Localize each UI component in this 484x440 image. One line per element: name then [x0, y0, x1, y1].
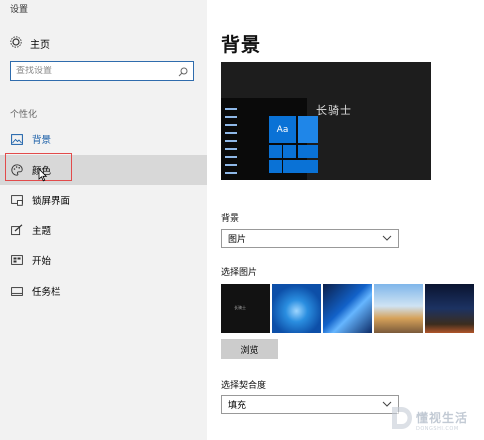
window-title: 设置 [10, 5, 29, 15]
logo-name: 懂视生活 [416, 410, 469, 425]
dropdown-value: 图片 [228, 235, 247, 245]
picture-thumbnails: 长骑士 [221, 284, 474, 333]
wallpaper-thumb[interactable]: 长骑士 [221, 284, 270, 333]
thumb-text: 长骑士 [234, 305, 246, 310]
wallpaper-thumb[interactable] [323, 284, 372, 333]
section-heading-personalization: 个性化 [10, 110, 38, 120]
background-preview: 长骑士 Aa [221, 62, 431, 180]
accent-tile-small [298, 145, 318, 158]
accent-tile-small [269, 145, 282, 158]
home-label: 主页 [30, 40, 50, 51]
sidebar-item-lock-screen[interactable]: 锁屏界面 [0, 185, 207, 215]
logo-icon [390, 405, 412, 435]
gear-icon [10, 36, 22, 51]
theme-icon [11, 224, 23, 236]
choose-picture-label: 选择图片 [221, 268, 258, 278]
accent-tile-secondary [298, 116, 318, 143]
chevron-down-icon [382, 234, 392, 244]
fit-dropdown[interactable]: 填充 [221, 395, 399, 414]
accent-tile-wide [283, 160, 318, 173]
search-box[interactable] [10, 61, 194, 81]
wallpaper-thumb[interactable] [425, 284, 474, 333]
search-icon[interactable] [178, 62, 188, 81]
accent-tile: Aa [269, 116, 296, 143]
image-icon [11, 133, 23, 145]
sidebar-item-label: 开始 [32, 256, 52, 267]
fit-label: 选择契合度 [221, 381, 267, 391]
logo-domain: DONGSHI.COM [416, 425, 459, 432]
start-menu-list [225, 108, 243, 180]
sidebar-item-taskbar[interactable]: 任务栏 [0, 276, 207, 306]
home-nav-item[interactable]: 主页 [10, 36, 50, 51]
accent-tile-small [269, 160, 282, 173]
sidebar-item-color[interactable]: 颜色 [0, 155, 207, 185]
palette-icon [11, 164, 23, 176]
start-menu-mockup: Aa [221, 98, 318, 180]
background-type-dropdown[interactable]: 图片 [221, 229, 399, 248]
settings-sidebar: 设置 主页 个性化 背景 颜色 锁屏界面 主题 [0, 0, 207, 440]
sidebar-item-label: 主题 [32, 226, 52, 237]
search-input[interactable] [16, 66, 166, 76]
sidebar-item-label: 任务栏 [32, 287, 61, 298]
lock-screen-icon [11, 194, 23, 206]
browse-button[interactable]: 浏览 [221, 339, 278, 359]
wallpaper-thumb[interactable] [374, 284, 423, 333]
sidebar-item-background[interactable]: 背景 [0, 124, 207, 154]
accent-tile-small [283, 145, 296, 158]
wallpaper-text: 长骑士 [316, 104, 352, 117]
sidebar-item-start[interactable]: 开始 [0, 245, 207, 275]
start-icon [11, 254, 23, 266]
mouse-cursor-icon [38, 167, 48, 186]
wallpaper-thumb[interactable] [272, 284, 321, 333]
dropdown-value: 填充 [228, 401, 247, 411]
sidebar-item-themes[interactable]: 主题 [0, 215, 207, 245]
sidebar-item-label: 背景 [32, 135, 52, 146]
taskbar-icon [11, 285, 23, 297]
watermark-logo: 懂视生活 DONGSHI.COM [390, 405, 468, 435]
page-title: 背景 [221, 34, 262, 56]
background-label: 背景 [221, 214, 240, 224]
sidebar-item-label: 锁屏界面 [32, 196, 71, 207]
